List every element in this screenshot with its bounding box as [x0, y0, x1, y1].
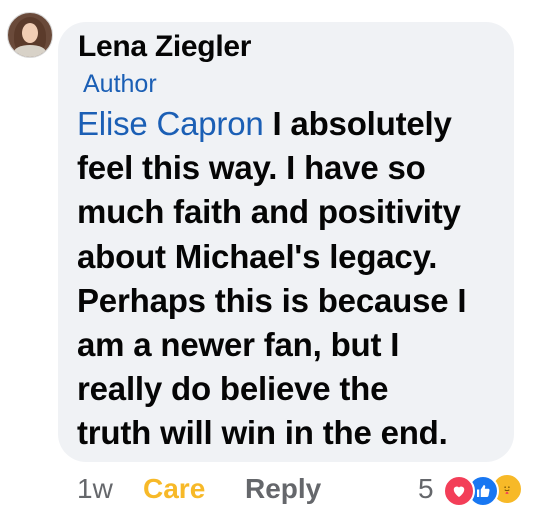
love-icon[interactable]: [443, 475, 475, 507]
comment-line-8: truth will win in the end.: [77, 414, 448, 452]
comment-line-2: feel this way. I have so: [77, 149, 426, 187]
avatar[interactable]: [7, 12, 53, 58]
avatar-shirt: [14, 45, 46, 57]
reply-button[interactable]: Reply: [245, 473, 321, 505]
reaction-count[interactable]: 5: [418, 473, 434, 505]
heart-icon: [453, 486, 465, 497]
author-badge: Author: [83, 70, 157, 98]
comment-line-3: much faith and positivity: [77, 193, 461, 231]
comment-timestamp[interactable]: 1w: [77, 473, 113, 505]
comment-line-7: really do believe the: [77, 370, 389, 408]
comment-author-name[interactable]: Lena Ziegler: [78, 30, 251, 64]
comment-line-1: I absolutely: [263, 105, 452, 142]
comment-line-5: Perhaps this is because I: [77, 281, 467, 319]
comment-line-4: about Michael's legacy.: [77, 237, 438, 275]
mention-link[interactable]: Elise Capron: [77, 105, 264, 142]
comment-text: Elise Capron I absolutely feel this way.…: [77, 102, 507, 456]
avatar-face: [22, 23, 38, 43]
comment-line-6: am a newer fan, but I: [77, 326, 400, 364]
care-reaction-button[interactable]: Care: [143, 473, 205, 505]
comment-actions: 1w Care Reply 5: [77, 473, 523, 511]
thumbs-up-icon: [477, 485, 490, 497]
hugging-face-icon: [501, 483, 513, 494]
